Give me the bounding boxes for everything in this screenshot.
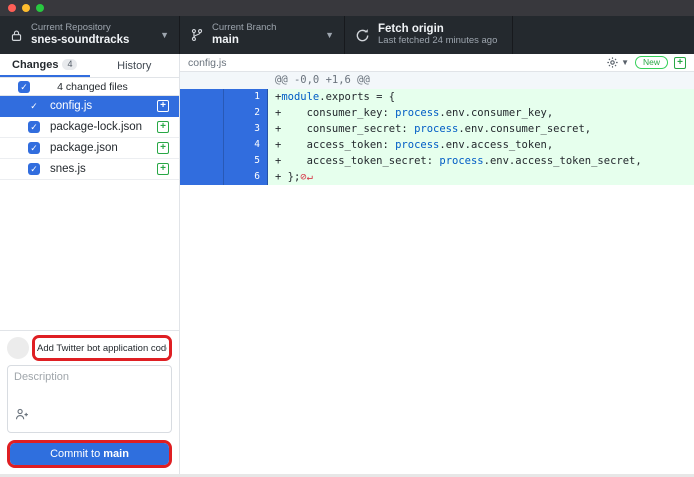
diff-panel: config.js ▼ New + @@ -0,0 +1,6 @@ 1+modu… [180, 54, 694, 474]
current-branch-dropdown[interactable]: Current Branch main ▼ [180, 16, 345, 54]
diff-line-text: +module.exports = { [268, 89, 694, 105]
close-window-button[interactable] [8, 4, 16, 12]
diff-gutter-old[interactable] [180, 153, 224, 169]
diff-body: @@ -0,0 +1,6 @@ 1+module.exports = {2+ c… [180, 72, 694, 474]
titlebar [0, 0, 694, 16]
current-branch-label: Current Branch [212, 23, 317, 34]
file-row[interactable]: ✓ snes.js + [0, 159, 179, 180]
commit-description-field[interactable]: Description [7, 365, 172, 433]
sidebar: Changes 4 History ✓ 4 changed files ✓ con… [0, 54, 180, 474]
diff-line-text: + access_token: process.env.access_token… [268, 137, 694, 153]
diff-gutter-new[interactable]: 5 [224, 153, 268, 169]
file-checkbox[interactable]: ✓ [28, 163, 40, 175]
summary-annotation-highlight [32, 335, 172, 361]
tab-history[interactable]: History [90, 54, 180, 77]
current-repository-dropdown[interactable]: Current Repository snes-soundtracks ▼ [0, 16, 180, 54]
diff-line[interactable]: 5+ access_token_secret: process.env.acce… [180, 153, 694, 169]
tab-history-label: History [117, 60, 151, 72]
avatar [7, 337, 29, 359]
file-added-status-icon: + [674, 57, 686, 69]
diff-gutter-old[interactable] [180, 169, 224, 185]
diff-line[interactable]: 6+ };⊘↵ [180, 169, 694, 185]
commit-to-main-button[interactable]: Commit to main [10, 443, 169, 465]
main-area: Changes 4 History ✓ 4 changed files ✓ con… [0, 54, 694, 474]
branch-icon [190, 28, 204, 42]
diff-gutter-new[interactable]: 6 [224, 169, 268, 185]
commit-summary-input[interactable] [35, 339, 169, 358]
file-name: snes.js [50, 163, 147, 175]
file-status-added-icon: + [157, 100, 169, 112]
file-list: ✓ config.js + ✓ package-lock.json + ✓ package.j… [0, 96, 179, 180]
new-file-badge: New [635, 56, 668, 69]
file-checkbox[interactable]: ✓ [28, 142, 40, 154]
diff-gutter-old[interactable] [180, 121, 224, 137]
file-name: config.js [50, 100, 147, 112]
current-repository-name: snes-soundtracks [31, 34, 152, 47]
file-checkbox[interactable]: ✓ [28, 100, 40, 112]
file-row[interactable]: ✓ package.json + [0, 138, 179, 159]
lock-icon [10, 29, 23, 42]
sidebar-tabbar: Changes 4 History [0, 54, 179, 78]
diff-line[interactable]: 2+ consumer_key: process.env.consumer_ke… [180, 105, 694, 121]
file-row[interactable]: ✓ package-lock.json + [0, 117, 179, 138]
tab-changes-label: Changes [12, 59, 58, 71]
changed-files-header: ✓ 4 changed files [0, 78, 179, 96]
diff-gutter-new[interactable]: 4 [224, 137, 268, 153]
file-status-added-icon: + [157, 142, 169, 154]
changed-files-count: 4 changed files [30, 81, 155, 93]
file-name: package.json [50, 142, 147, 154]
file-status-added-icon: + [157, 121, 169, 133]
toolbar: Current Repository snes-soundtracks ▼ Cu… [0, 16, 694, 54]
commit-panel: Description Commit to main [0, 330, 179, 474]
diff-gutter-old[interactable] [180, 137, 224, 153]
chevron-down-icon: ▼ [160, 30, 169, 40]
diff-line-text: + };⊘↵ [268, 169, 694, 185]
diff-line-text: + consumer_key: process.env.consumer_key… [268, 105, 694, 121]
diff-line[interactable]: 1+module.exports = { [180, 89, 694, 105]
diff-line-text: + consumer_secret: process.env.consumer_… [268, 121, 694, 137]
description-placeholder: Description [14, 371, 165, 383]
diff-gutter-new[interactable]: 3 [224, 121, 268, 137]
select-all-checkbox[interactable]: ✓ [18, 81, 30, 93]
diff-gutter-new[interactable]: 1 [224, 89, 268, 105]
file-row[interactable]: ✓ config.js + [0, 96, 179, 117]
maximize-window-button[interactable] [36, 4, 44, 12]
diff-gutter-old[interactable] [180, 105, 224, 121]
diff-line[interactable]: 3+ consumer_secret: process.env.consumer… [180, 121, 694, 137]
diff-header: config.js ▼ New + [180, 54, 694, 72]
diff-gutter-old[interactable] [180, 89, 224, 105]
diff-hunk-header[interactable]: @@ -0,0 +1,6 @@ [180, 72, 694, 89]
commit-summary-row [7, 335, 172, 361]
github-desktop-window: Current Repository snes-soundtracks ▼ Cu… [0, 0, 694, 477]
file-name: package-lock.json [50, 121, 147, 133]
minimize-window-button[interactable] [22, 4, 30, 12]
diff-file-name: config.js [188, 57, 227, 69]
changes-count-badge: 4 [62, 59, 77, 71]
add-coauthor-icon[interactable] [14, 407, 165, 427]
diff-gutter-new[interactable]: 2 [224, 105, 268, 121]
diff-lines: 1+module.exports = {2+ consumer_key: pro… [180, 89, 694, 185]
diff-line[interactable]: 4+ access_token: process.env.access_toke… [180, 137, 694, 153]
commit-button-annotation-highlight: Commit to main [7, 440, 172, 468]
fetch-origin-button[interactable]: Fetch origin Last fetched 24 minutes ago [345, 16, 513, 54]
current-repository-label: Current Repository [31, 23, 152, 34]
chevron-down-icon: ▼ [325, 30, 334, 40]
last-fetched-text: Last fetched 24 minutes ago [378, 36, 502, 47]
diff-line-text: + access_token_secret: process.env.acces… [268, 153, 694, 169]
chevron-down-icon: ▼ [621, 58, 629, 67]
diff-options-dropdown[interactable]: ▼ [606, 56, 629, 69]
file-checkbox[interactable]: ✓ [28, 121, 40, 133]
tab-changes[interactable]: Changes 4 [0, 54, 90, 77]
current-branch-name: main [212, 34, 317, 47]
sync-icon [355, 28, 370, 43]
file-status-added-icon: + [157, 163, 169, 175]
gear-icon [606, 56, 619, 69]
